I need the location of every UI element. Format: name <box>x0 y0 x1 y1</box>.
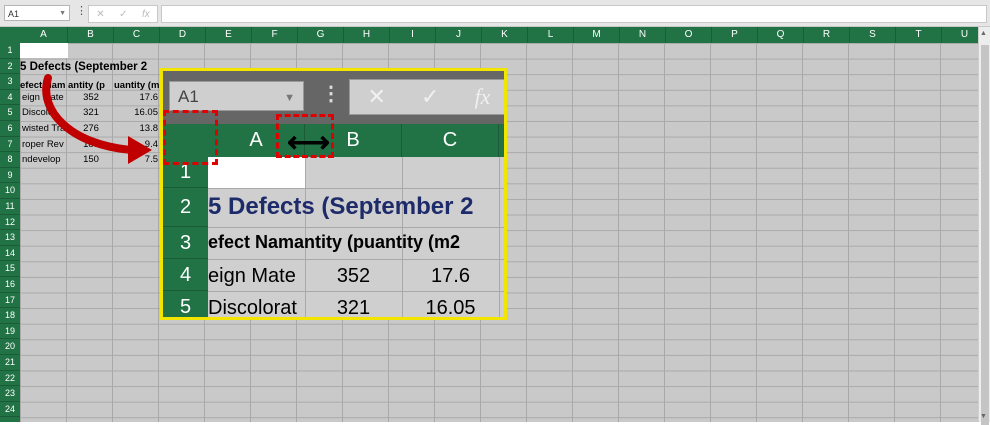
row-header-3[interactable]: 3 <box>0 74 20 90</box>
row-header-7[interactable]: 7 <box>0 137 20 153</box>
column-header-t[interactable]: T <box>896 27 942 43</box>
column-header-l[interactable]: L <box>528 27 574 43</box>
zoom-inset: A1 ▼ ⋮ ✕ ✓ fx ABC 12345 5 Defects (Septe… <box>160 68 507 320</box>
row-header-5[interactable]: 5 <box>0 105 20 121</box>
row-header-23[interactable]: 23 <box>0 386 20 402</box>
zoom-cell-a5: Discolorat <box>208 297 297 319</box>
zoom-title-cell: 5 Defects (September 2 <box>208 193 474 220</box>
zoom-name-box-value: A1 <box>178 87 199 106</box>
cancel-icon[interactable]: ✕ <box>96 9 104 20</box>
row-header-22[interactable]: 22 <box>0 371 20 387</box>
column-header-h[interactable]: H <box>344 27 390 43</box>
column-header-a[interactable]: A <box>20 27 68 43</box>
insert-function-icon[interactable]: fx <box>142 9 150 20</box>
row-header-15[interactable]: 15 <box>0 261 20 277</box>
zoom-cell-a4: eign Mate <box>208 265 296 287</box>
more-options-icon[interactable]: ⋮ <box>76 4 87 17</box>
row-header-16[interactable]: 16 <box>0 277 20 293</box>
cell-a1[interactable] <box>20 43 68 58</box>
formula-actions: ✕ ✓ fx <box>88 5 158 23</box>
scroll-thumb[interactable] <box>981 45 989 425</box>
zoom-row-header-4[interactable]: 4 <box>163 259 208 291</box>
zoom-row-headers: 12345 <box>163 157 208 317</box>
row-headers: 1 2 3 4 5 6 7 8 9 10 11 12 13 14 15 16 17 18 19 20 21 22 23 24 <box>0 43 20 422</box>
row-header-4[interactable]: 4 <box>0 90 20 106</box>
row-header-8[interactable]: 8 <box>0 152 20 168</box>
zoom-formula-actions: ✕ ✓ fx <box>349 79 504 115</box>
formula-bar: A1 ▼ ⋮ ✕ ✓ fx <box>0 0 990 27</box>
row-header-19[interactable]: 19 <box>0 324 20 340</box>
row-header-20[interactable]: 20 <box>0 339 20 355</box>
column-header-d[interactable]: D <box>160 27 206 43</box>
column-resize-cursor-icon: ⟷ <box>287 126 331 159</box>
column-header-m[interactable]: M <box>574 27 620 43</box>
more-options-icon[interactable]: ⋮ <box>321 81 341 106</box>
callout-arrow-icon <box>42 74 152 164</box>
zoom-cell-b5: 321 <box>336 297 371 319</box>
column-header-r[interactable]: R <box>804 27 850 43</box>
column-header-j[interactable]: J <box>436 27 482 43</box>
row-header-21[interactable]: 21 <box>0 355 20 371</box>
row-header-10[interactable]: 10 <box>0 183 20 199</box>
enter-icon[interactable]: ✓ <box>119 9 127 20</box>
zoom-cell-c4: 17.6 <box>431 265 470 287</box>
name-box-value: A1 <box>8 9 20 19</box>
column-header-b[interactable]: B <box>68 27 114 43</box>
column-header-c[interactable]: C <box>114 27 160 43</box>
insert-function-icon[interactable]: fx <box>475 84 491 110</box>
column-header-q[interactable]: Q <box>758 27 804 43</box>
row-header-14[interactable]: 14 <box>0 246 20 262</box>
zoom-column-header-c[interactable]: C <box>402 124 499 157</box>
chevron-down-icon[interactable]: ▼ <box>59 6 66 22</box>
column-header-k[interactable]: K <box>482 27 528 43</box>
column-header-s[interactable]: S <box>850 27 896 43</box>
zoom-row-header-3[interactable]: 3 <box>163 227 208 259</box>
row-header-2[interactable]: 2 <box>0 59 20 75</box>
row-header-6[interactable]: 6 <box>0 121 20 137</box>
row-header-17[interactable]: 17 <box>0 293 20 309</box>
column-header-f[interactable]: F <box>252 27 298 43</box>
column-header-i[interactable]: I <box>390 27 436 43</box>
cancel-icon[interactable]: ✕ <box>368 84 386 110</box>
column-header-o[interactable]: O <box>666 27 712 43</box>
column-header-n[interactable]: N <box>620 27 666 43</box>
row-header-11[interactable]: 11 <box>0 199 20 215</box>
column-headers: ABCDEFGHIJKLMNOPQRSTU <box>0 27 990 43</box>
zoom-cell-c5: 16.05 <box>425 297 476 319</box>
name-box[interactable]: A1 ▼ <box>4 5 70 21</box>
chevron-down-icon[interactable]: ▼ <box>284 83 295 113</box>
row-header-24[interactable]: 24 <box>0 402 20 418</box>
scroll-up-icon[interactable]: ▲ <box>980 30 987 37</box>
scroll-down-icon[interactable]: ▼ <box>980 413 987 420</box>
row-header-13[interactable]: 13 <box>0 230 20 246</box>
zoom-cell-a1[interactable] <box>208 157 305 188</box>
zoom-header-row: efect Namantity (puantity (m2 <box>208 232 461 252</box>
column-header-g[interactable]: G <box>298 27 344 43</box>
column-header-p[interactable]: P <box>712 27 758 43</box>
row-header-9[interactable]: 9 <box>0 168 20 184</box>
enter-icon[interactable]: ✓ <box>421 84 439 110</box>
vertical-scrollbar[interactable]: ▲ ▼ <box>978 27 990 425</box>
row-header-12[interactable]: 12 <box>0 215 20 231</box>
row-header-18[interactable]: 18 <box>0 308 20 324</box>
zoom-row-header-2[interactable]: 2 <box>163 188 208 227</box>
zoom-cell-b4: 352 <box>336 265 371 287</box>
corner-callout-box <box>163 110 218 165</box>
column-header-e[interactable]: E <box>206 27 252 43</box>
formula-input[interactable] <box>161 5 987 23</box>
zoom-name-box[interactable]: A1 ▼ <box>169 81 304 111</box>
zoom-row-header-5[interactable]: 5 <box>163 291 208 317</box>
row-header-1[interactable]: 1 <box>0 43 20 59</box>
